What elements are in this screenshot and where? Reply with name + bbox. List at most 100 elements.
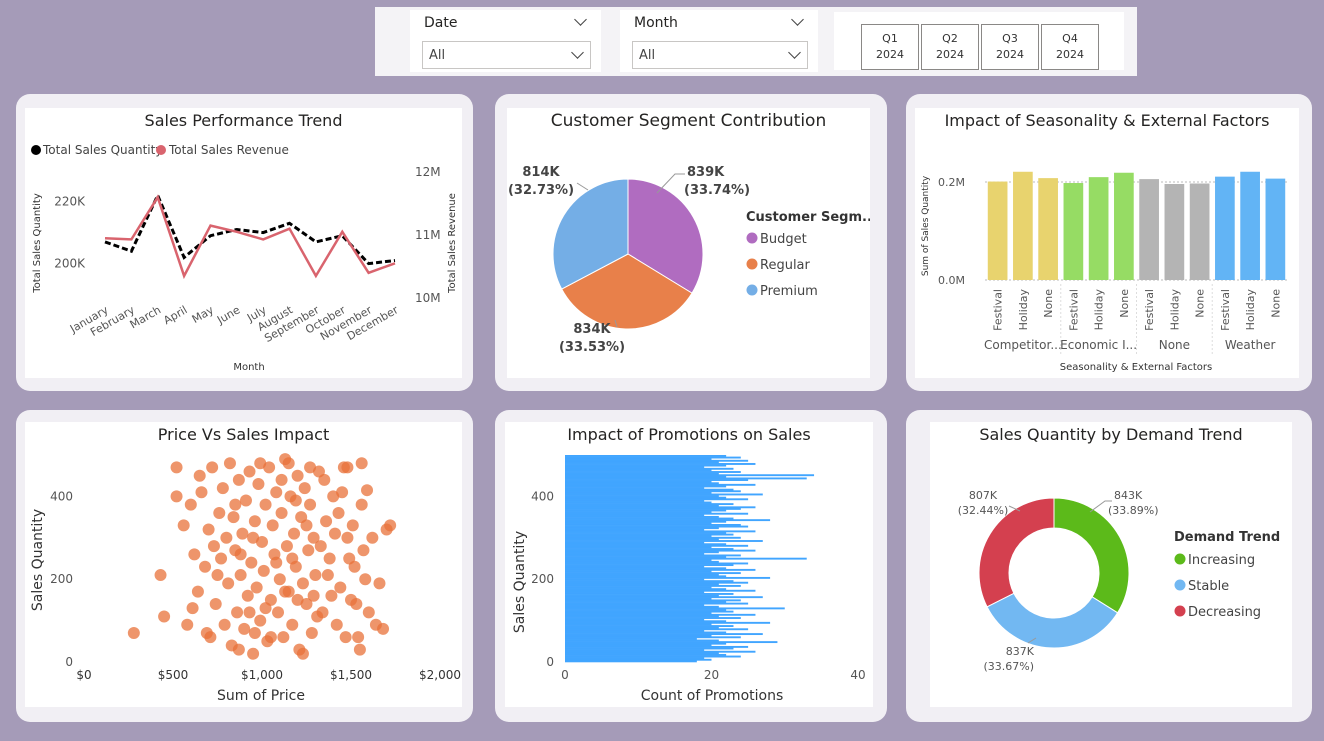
data-label-value: 814K <box>522 165 560 180</box>
scatter-point <box>193 469 206 482</box>
x-tick-label: Holiday <box>1093 289 1106 331</box>
legend-label-quantity: Total Sales Quantity <box>42 143 162 157</box>
scatter-point <box>216 482 229 495</box>
quarter-button-q3[interactable]: Q3 2024 <box>981 24 1039 70</box>
legend-label-premium: Premium <box>760 284 818 299</box>
y-axis-title: Total Sales Quantity <box>32 193 43 294</box>
leader-line <box>576 182 589 191</box>
scatter-point <box>254 614 267 627</box>
x-group-label: Economic I... <box>1060 338 1137 352</box>
legend-marker-revenue <box>156 145 166 155</box>
scatter-point <box>384 519 397 532</box>
donut-slice-stable <box>986 592 1119 649</box>
data-label-value: 843K <box>1114 489 1143 502</box>
scatter-point <box>288 527 301 540</box>
x-tick-label: 40 <box>850 668 865 682</box>
scatter-point <box>257 564 270 577</box>
legend-title: Demand Trend <box>1174 530 1280 545</box>
y-tick-label: 0.2M <box>938 176 965 189</box>
scatter-point <box>191 585 204 598</box>
legend-marker-stable <box>1174 579 1186 591</box>
x-tick-label: None <box>1194 289 1207 318</box>
legend-label-revenue: Total Sales Revenue <box>168 143 289 157</box>
x-tick-label: 0 <box>561 668 569 682</box>
x-axis-title: Month <box>233 362 264 373</box>
month-dropdown-value: All <box>639 48 656 63</box>
legend-marker-increasing <box>1174 553 1186 565</box>
bar <box>1063 183 1084 280</box>
scatter-point <box>334 581 347 594</box>
scatter-point <box>234 548 247 561</box>
scatter-point <box>170 490 183 503</box>
data-label-value: 839K <box>687 165 725 180</box>
scatter-point <box>264 631 277 644</box>
scatter-point <box>248 627 261 640</box>
date-slicer[interactable]: Date All <box>410 10 601 72</box>
scatter-point <box>341 531 354 544</box>
x-tick-label: March <box>128 303 164 331</box>
scatter-point <box>241 589 254 602</box>
scatter-point <box>127 627 140 640</box>
scatter-point <box>243 606 256 619</box>
y2-axis-title: Total Sales Revenue <box>447 193 458 294</box>
quarter-year: 2024 <box>876 48 904 61</box>
quarter-year: 2024 <box>1056 48 1084 61</box>
scatter-point <box>304 461 317 474</box>
scatter-point <box>296 647 309 660</box>
price-scatter-svg: Sales Quantity Sum of Price 0 200 400 $0 $50… <box>30 453 461 704</box>
scatter-point <box>232 473 245 486</box>
seasonality-bar-chart: Impact of Seasonality & External Factors… <box>915 108 1299 378</box>
scatter-point <box>286 552 299 565</box>
y-tick-label: 220K <box>54 195 86 209</box>
x-axis-title: Seasonality & External Factors <box>1060 362 1212 373</box>
scatter-point <box>243 465 256 478</box>
scatter-point <box>273 573 286 586</box>
scatter-point <box>311 610 324 623</box>
bar <box>1240 171 1260 280</box>
scatter-point <box>361 484 374 497</box>
data-label-pct: (32.73%) <box>508 183 574 198</box>
legend-marker-decreasing <box>1174 605 1186 617</box>
promotions-bar-chart: Impact of Promotions on Sales Sales Quan… <box>505 422 873 707</box>
scatter-point <box>328 527 341 540</box>
x-axis-title: Count of Promotions <box>641 688 784 704</box>
month-dropdown[interactable]: All <box>632 41 808 69</box>
data-label-value: 807K <box>969 489 998 502</box>
scatter-point <box>202 523 215 536</box>
quarter-button-q2[interactable]: Q2 2024 <box>921 24 979 70</box>
bar <box>1215 176 1235 280</box>
y-tick-label: 0.0M <box>938 274 965 287</box>
month-slicer[interactable]: Month All <box>620 10 818 72</box>
slicer-bar: Date All Month All Q1 2024 Q2 2024 Q3 20… <box>375 7 1137 76</box>
date-dropdown[interactable]: All <box>422 41 591 69</box>
chevron-down-icon[interactable] <box>791 13 804 26</box>
scatter-point <box>353 643 366 656</box>
data-label-value: 837K <box>1006 645 1035 658</box>
scatter-point <box>314 540 327 553</box>
x-tick-label: Holiday <box>1168 289 1181 331</box>
legend-title: Customer Segm... <box>746 210 870 225</box>
legend-marker-regular <box>746 258 758 270</box>
date-slicer-label: Date <box>424 15 458 31</box>
scatter-point <box>355 457 368 470</box>
chevron-down-icon[interactable] <box>574 13 587 26</box>
x-tick-label: $2,000 <box>419 668 461 682</box>
scatter-point <box>330 618 343 631</box>
scatter-point <box>286 618 299 631</box>
x-tick-label: None <box>1269 289 1282 318</box>
scatter-point <box>275 473 288 486</box>
x-tick-label: $0 <box>76 668 91 682</box>
x-tick-label: May <box>190 303 217 326</box>
quarter-label: Q2 <box>942 32 958 45</box>
quarter-button-q4[interactable]: Q4 2024 <box>1041 24 1099 70</box>
quarter-button-q1[interactable]: Q1 2024 <box>861 24 919 70</box>
series-line-revenue <box>104 194 396 280</box>
y-tick-label: 400 <box>50 489 73 503</box>
legend-marker-budget <box>746 232 758 244</box>
scatter-point <box>305 627 318 640</box>
data-label-pct: (33.89%) <box>1108 504 1159 517</box>
scatter-point <box>227 511 240 524</box>
date-dropdown-value: All <box>429 48 446 63</box>
scatter-point <box>279 585 292 598</box>
scatter-point <box>177 519 190 532</box>
